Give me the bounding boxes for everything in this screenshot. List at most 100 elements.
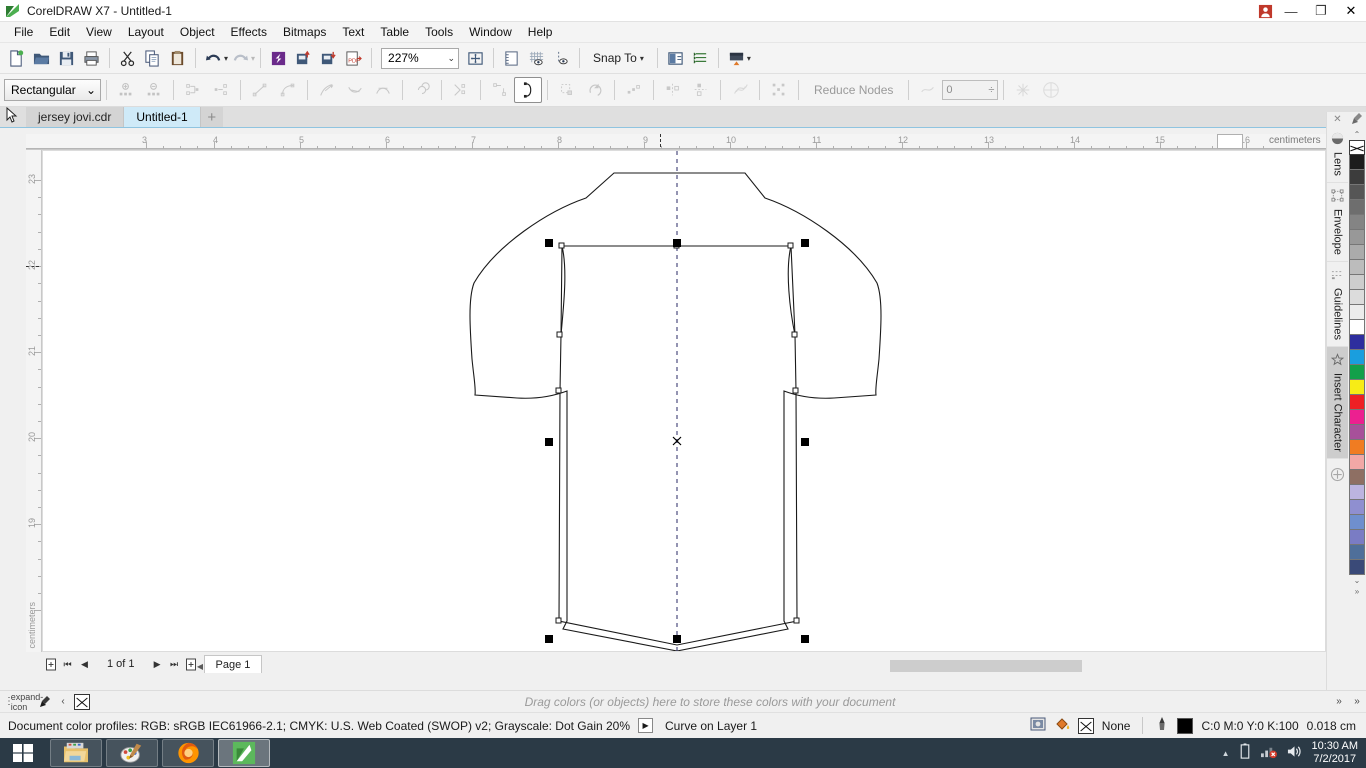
- last-page-button[interactable]: ⏭: [166, 655, 183, 673]
- elastic-mode-button[interactable]: [726, 77, 754, 103]
- menu-view[interactable]: View: [78, 23, 120, 41]
- previous-page-button[interactable]: ◀: [76, 655, 93, 673]
- join-two-nodes-button[interactable]: [179, 77, 207, 103]
- print-button[interactable]: [79, 46, 104, 71]
- palette-swatch[interactable]: [1349, 275, 1365, 290]
- menu-object[interactable]: Object: [172, 23, 223, 41]
- menu-layout[interactable]: Layout: [120, 23, 172, 41]
- cut-button[interactable]: [115, 46, 140, 71]
- palette-scroll-left-button[interactable]: ‹: [54, 696, 72, 707]
- palette-swatch[interactable]: [1349, 335, 1365, 350]
- palette-swatch[interactable]: [1349, 425, 1365, 440]
- symmetrical-node-button[interactable]: [369, 77, 397, 103]
- add-docker-icon[interactable]: [1327, 459, 1348, 490]
- add-node-button[interactable]: [112, 77, 140, 103]
- user-account-icon[interactable]: [1254, 2, 1276, 20]
- first-page-button[interactable]: ⏮: [59, 655, 76, 673]
- palette-scroll-right-button[interactable]: »: [1330, 696, 1348, 707]
- taskbar-file-explorer[interactable]: [50, 739, 102, 767]
- docker-lens[interactable]: Lens: [1327, 126, 1348, 183]
- horizontal-scrollbar[interactable]: ◀ ▶: [197, 658, 1341, 674]
- palette-swatch[interactable]: [1349, 410, 1365, 425]
- palette-swatch[interactable]: [1349, 185, 1365, 200]
- menu-edit[interactable]: Edit: [41, 23, 78, 41]
- menu-bitmaps[interactable]: Bitmaps: [275, 23, 334, 41]
- palette-swatch[interactable]: [1349, 245, 1365, 260]
- palette-expand-button[interactable]: »: [1355, 586, 1359, 597]
- palette-swatch[interactable]: [1349, 440, 1365, 455]
- import-button[interactable]: [291, 46, 316, 71]
- convert-to-line-button[interactable]: [246, 77, 274, 103]
- horizontal-scroll-thumb[interactable]: [890, 660, 1082, 672]
- menu-window[interactable]: Window: [461, 23, 520, 41]
- paste-button[interactable]: [165, 46, 190, 71]
- palette-swatch[interactable]: [1349, 380, 1365, 395]
- palette-expand-more-button[interactable]: »: [1348, 696, 1366, 707]
- palette-swatch[interactable]: [1349, 350, 1365, 365]
- color-profiles-expand-button[interactable]: ▶: [638, 718, 654, 733]
- align-nodes-button[interactable]: [620, 77, 648, 103]
- palette-swatch[interactable]: [1349, 320, 1365, 335]
- show-guidelines-icon[interactable]: [549, 46, 574, 71]
- convert-to-curve-button[interactable]: [274, 77, 302, 103]
- palette-swatch[interactable]: [1349, 485, 1365, 500]
- menu-effects[interactable]: Effects: [223, 23, 275, 41]
- maximize-button[interactable]: ❐: [1306, 0, 1336, 22]
- document-tab-jersey[interactable]: jersey jovi.cdr: [26, 107, 125, 127]
- taskbar-firefox[interactable]: [162, 739, 214, 767]
- reflect-nodes-vertical-button[interactable]: [687, 77, 715, 103]
- outline-pen-icon[interactable]: [1155, 716, 1169, 735]
- palette-swatch[interactable]: [1349, 470, 1365, 485]
- extract-subpath-button[interactable]: [486, 77, 514, 103]
- snap-to-dropdown[interactable]: Snap To ▾: [585, 51, 652, 65]
- palette-swatch[interactable]: [1349, 395, 1365, 410]
- break-curve-button[interactable]: [207, 77, 235, 103]
- outline-color-swatch[interactable]: [1177, 717, 1194, 734]
- palette-swatch[interactable]: [1349, 500, 1365, 515]
- close-docker-icon[interactable]: ✕: [1327, 112, 1348, 126]
- taskbar-clock[interactable]: 10:30 AM 7/2/2017: [1312, 740, 1358, 766]
- copy-button[interactable]: [140, 46, 165, 71]
- minimize-button[interactable]: —: [1276, 0, 1306, 22]
- docker-guidelines[interactable]: Guidelines: [1327, 262, 1348, 347]
- palette-swatch[interactable]: [1349, 560, 1365, 575]
- add-page-before-button[interactable]: [42, 655, 59, 673]
- extend-curve-to-close-button[interactable]: [447, 77, 475, 103]
- show-grid-icon[interactable]: [524, 46, 549, 71]
- menu-help[interactable]: Help: [520, 23, 561, 41]
- menu-file[interactable]: File: [6, 23, 41, 41]
- palette-swatch[interactable]: [1349, 170, 1365, 185]
- open-document-button[interactable]: [29, 46, 54, 71]
- palette-swatch[interactable]: [1349, 200, 1365, 215]
- menu-tools[interactable]: Tools: [417, 23, 461, 41]
- palette-swatch-none[interactable]: [1349, 140, 1365, 155]
- palette-swatch[interactable]: [1349, 545, 1365, 560]
- next-page-button[interactable]: ▶: [149, 655, 166, 673]
- reflect-nodes-horizontal-button[interactable]: [659, 77, 687, 103]
- volume-icon[interactable]: [1286, 744, 1303, 762]
- save-document-button[interactable]: [54, 46, 79, 71]
- palette-eyedropper-icon[interactable]: [1351, 112, 1363, 129]
- palette-swatch[interactable]: [1349, 515, 1365, 530]
- outline-position-icon[interactable]: [1037, 77, 1065, 103]
- reverse-direction-button[interactable]: [408, 77, 436, 103]
- redo-button[interactable]: [228, 46, 253, 71]
- rotate-nodes-button[interactable]: [581, 77, 609, 103]
- palette-swatch[interactable]: [1349, 155, 1365, 170]
- export-button[interactable]: [316, 46, 341, 71]
- taskbar-coreldraw[interactable]: [218, 739, 270, 767]
- object-manager-icon[interactable]: [688, 46, 713, 71]
- menu-table[interactable]: Table: [372, 23, 417, 41]
- expand-icon[interactable]: expand-icon: [11, 692, 44, 712]
- network-disconnected-icon[interactable]: [1260, 744, 1277, 762]
- windows-start-icon[interactable]: [0, 738, 46, 768]
- cusp-node-button[interactable]: [313, 77, 341, 103]
- chevron-down-icon[interactable]: ⌄: [447, 53, 455, 64]
- curve-smoothness-spinner[interactable]: 0 ÷: [942, 80, 999, 100]
- snapshot-icon[interactable]: [1030, 716, 1046, 735]
- fill-none-swatch[interactable]: [1077, 717, 1094, 734]
- fill-bucket-icon[interactable]: [1054, 716, 1070, 735]
- publish-pdf-button[interactable]: PDF: [341, 46, 366, 71]
- palette-swatch[interactable]: [1349, 260, 1365, 275]
- palette-swatch[interactable]: [1349, 455, 1365, 470]
